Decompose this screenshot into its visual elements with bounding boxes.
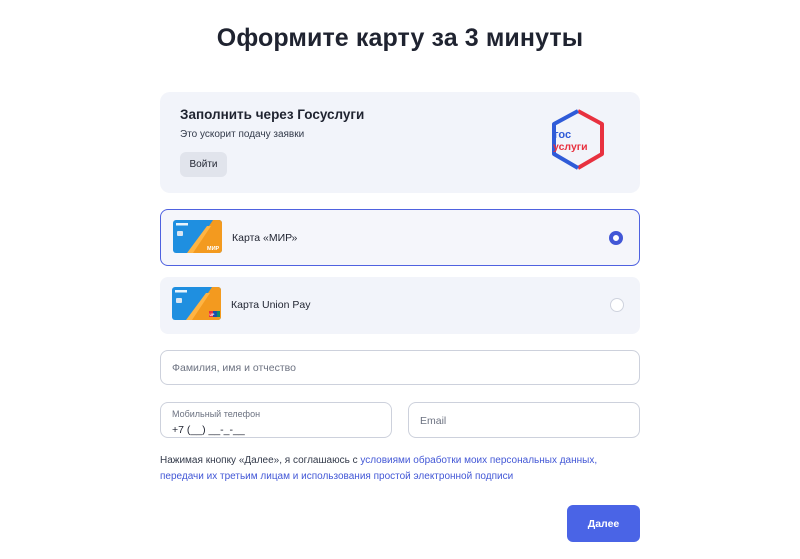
consent-link-personal-data[interactable]: условиями обработки моих персональных да…	[360, 455, 597, 466]
consent-prefix: Нажимая кнопку «Далее», я соглашаюсь с	[160, 455, 361, 466]
unionpay-badge: UP	[210, 313, 216, 317]
email-field[interactable]: Email	[408, 402, 640, 438]
gosuslugi-logo: гос услуги	[552, 109, 604, 170]
phone-field[interactable]: Мобильный телефон +7 (__) __-_-__	[160, 402, 392, 438]
mir-card-image: МИР	[173, 220, 222, 253]
card-option-unionpay[interactable]: UP Карта Union Pay	[160, 277, 640, 334]
consent-text: Нажимая кнопку «Далее», я соглашаюсь с у…	[160, 453, 630, 485]
gosuslugi-title: Заполнить через Госуслуги	[180, 107, 365, 122]
gosuslugi-login-button[interactable]: Войти	[180, 152, 227, 177]
phone-value: +7 (__) __-_-__	[172, 424, 245, 436]
fio-field[interactable]: Фамилия, имя и отчество	[160, 350, 640, 385]
card-option-label: Карта «МИР»	[232, 232, 298, 244]
radio-unselected[interactable]	[610, 298, 624, 312]
phone-label: Мобильный телефон	[172, 409, 261, 419]
gosuslugi-panel: Заполнить через Госуслуги Это ускорит по…	[160, 92, 640, 193]
page-title: Оформите карту за 3 минуты	[216, 24, 584, 52]
unionpay-card-image: UP	[172, 287, 221, 320]
consent-link-third-parties[interactable]: передачи их третьим лицам и использовани…	[160, 471, 513, 482]
mir-badge: МИР	[207, 246, 220, 252]
card-option-mir[interactable]: МИР Карта «МИР»	[160, 209, 640, 266]
gosuslugi-logo-line2: услуги	[553, 141, 588, 153]
fio-placeholder: Фамилия, имя и отчество	[172, 362, 296, 374]
gosuslugi-subtitle: Это ускорит подачу заявки	[180, 129, 305, 140]
radio-selected[interactable]	[609, 231, 623, 245]
email-placeholder: Email	[420, 415, 447, 427]
gosuslugi-logo-line1: гос	[554, 129, 571, 141]
next-button[interactable]: Далее	[567, 505, 640, 542]
card-option-label: Карта Union Pay	[231, 299, 311, 311]
